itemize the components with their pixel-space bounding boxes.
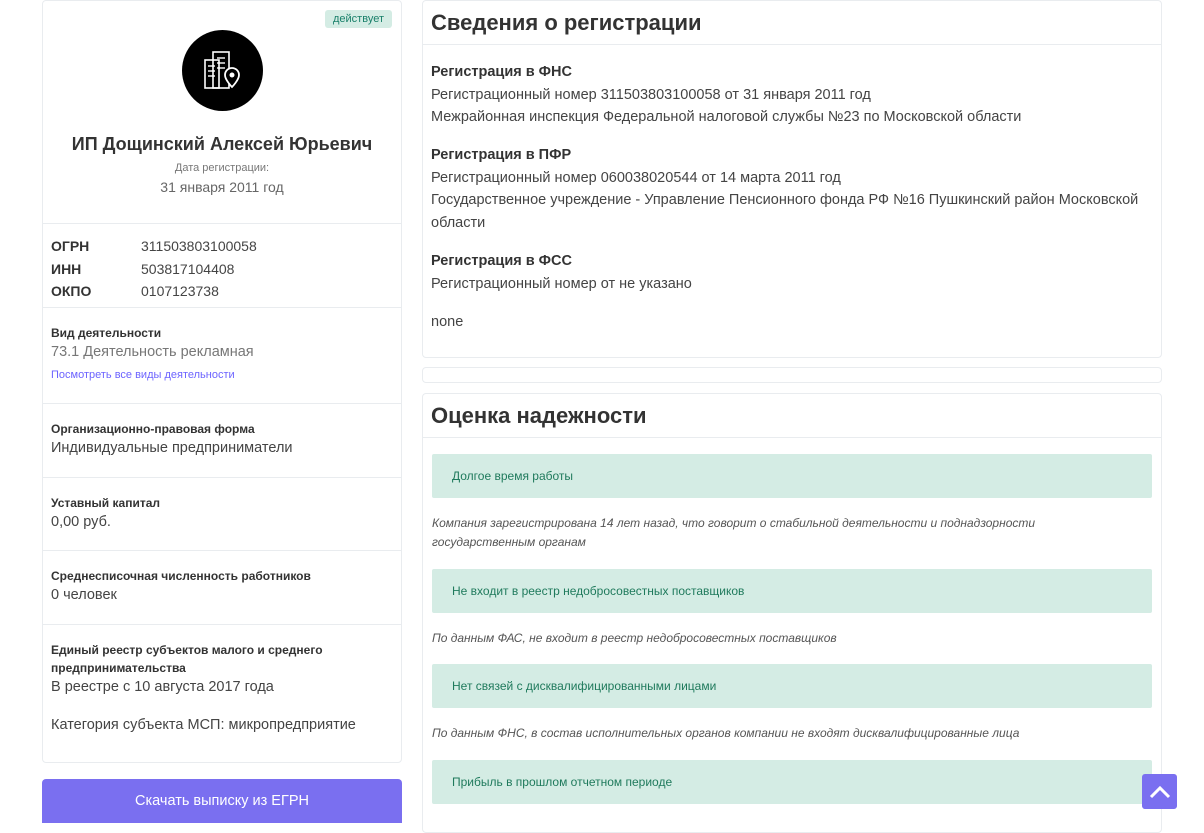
download-extract-button[interactable]: Скачать выписку из ЕГРН xyxy=(42,779,402,823)
fss-title: Регистрация в ФСС xyxy=(431,253,572,269)
registration-extra: none xyxy=(431,314,464,330)
code-key: ОГРН xyxy=(51,238,90,255)
capital-label: Уставный капитал xyxy=(51,496,160,510)
divider xyxy=(43,477,401,478)
all-activities-link[interactable]: Посмотреть все виды деятельности xyxy=(51,369,393,381)
registration-title: Сведения о регистрации xyxy=(423,1,1161,45)
msp-section: Единый реестр субъектов малого и среднег… xyxy=(51,641,393,736)
chevron-up-icon[interactable] xyxy=(1142,774,1177,809)
legal-form-value: Индивидуальные предприниматели xyxy=(51,440,293,456)
fns-block: Регистрация в ФНС Регистрационный номер … xyxy=(431,61,1153,129)
reliability-item: Нет связей с дисквалифицированными лицам… xyxy=(432,664,1152,708)
employees-label: Среднесписочная численность работников xyxy=(51,569,311,583)
code-key: ИНН xyxy=(51,260,82,277)
msp-value: В реестре с 10 августа 2017 года xyxy=(51,679,274,695)
reliability-title: Оценка надежности xyxy=(423,394,1161,438)
reliability-panel: Оценка надежности Долгое время работы Ко… xyxy=(422,393,1162,833)
company-sidebar: действует ИП Дощинский Алексей Юрьевич Д… xyxy=(42,0,402,763)
pfr-block: Регистрация в ПФР Регистрационный номер … xyxy=(431,144,1153,234)
employees-section: Среднесписочная численность работников 0… xyxy=(51,567,393,606)
pfr-title: Регистрация в ПФР xyxy=(431,147,572,163)
company-card: действует ИП Дощинский Алексей Юрьевич Д… xyxy=(42,0,402,763)
company-codes: ОГРН 311503803100058 ИНН 503817104408 ОК… xyxy=(51,235,257,303)
activity-value: 73.1 Деятельность рекламная xyxy=(51,344,254,360)
msp-category: Категория субъекта МСП: микропредприятие xyxy=(51,717,356,733)
empty-panel xyxy=(422,367,1162,383)
pfr-number: Регистрационный номер 060038020544 от 14… xyxy=(431,169,841,186)
building-location-icon xyxy=(182,30,263,111)
registration-date-label: Дата регистрации: xyxy=(174,162,270,174)
divider xyxy=(43,307,401,308)
code-key: ОКПО xyxy=(51,283,92,300)
reliability-item: Долгое время работы xyxy=(432,454,1152,498)
code-value: 311503803100058 xyxy=(141,238,257,255)
reliability-note: По данным ФНС, в состав исполнительных о… xyxy=(432,726,1020,740)
code-value: 0107123738 xyxy=(141,283,219,300)
company-name: ИП Дощинский Алексей Юрьевич xyxy=(71,134,373,154)
divider xyxy=(43,550,401,551)
divider xyxy=(43,624,401,625)
divider xyxy=(43,403,401,404)
reliability-item: Прибыль в прошлом отчетном периоде xyxy=(432,760,1152,804)
registration-panel: Сведения о регистрации Регистрация в ФНС… xyxy=(422,0,1162,358)
legal-form-label: Организационно-правовая форма xyxy=(51,422,255,436)
employees-value: 0 человек xyxy=(51,587,117,603)
fss-block: Регистрация в ФСС Регистрационный номер … xyxy=(431,250,1153,295)
code-row-okpo: ОКПО 0107123738 xyxy=(51,280,257,303)
registration-date: 31 января 2011 год xyxy=(160,179,284,195)
fss-number: Регистрационный номер от не указано xyxy=(431,275,692,292)
activity-section: Вид деятельности 73.1 Деятельность рекла… xyxy=(51,324,393,381)
status-badge: действует xyxy=(325,10,392,28)
pfr-org: Государственное учреждение - Управление … xyxy=(431,192,1139,231)
reliability-note: Компания зарегистрирована 14 лет назад, … xyxy=(432,516,1036,549)
code-value: 503817104408 xyxy=(141,260,235,277)
msp-label: Единый реестр субъектов малого и среднег… xyxy=(51,643,323,675)
reliability-item: Не входит в реестр недобросовестных пост… xyxy=(432,569,1152,613)
capital-value: 0,00 руб. xyxy=(51,514,111,530)
legal-form-section: Организационно-правовая форма Индивидуал… xyxy=(51,420,393,459)
code-row-inn: ИНН 503817104408 xyxy=(51,258,257,281)
fns-title: Регистрация в ФНС xyxy=(431,64,572,80)
capital-section: Уставный капитал 0,00 руб. xyxy=(51,494,393,533)
divider xyxy=(43,223,401,224)
reliability-note: По данным ФАС, не входит в реестр недобр… xyxy=(432,631,837,645)
fns-number: Регистрационный номер 311503803100058 от… xyxy=(431,86,871,103)
fns-org: Межрайонная инспекция Федеральной налого… xyxy=(431,109,1022,125)
code-row-ogrn: ОГРН 311503803100058 xyxy=(51,235,257,258)
activity-label: Вид деятельности xyxy=(51,326,162,340)
